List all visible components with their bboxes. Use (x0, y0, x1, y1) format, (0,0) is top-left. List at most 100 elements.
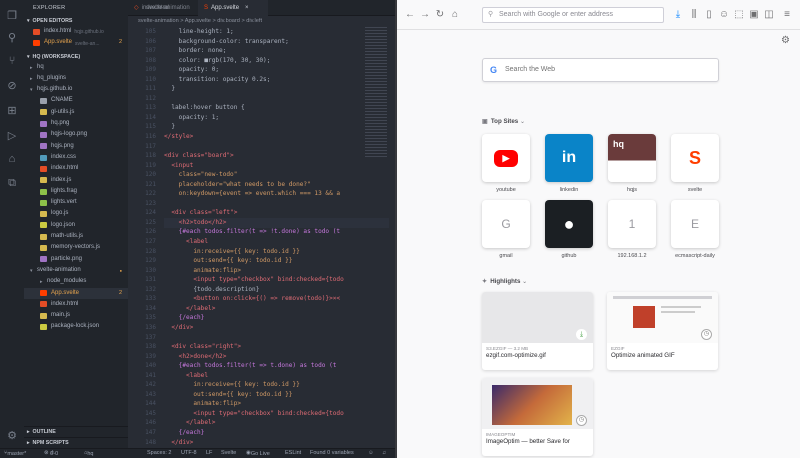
folder-item[interactable]: ▾ hqjs.github.io (24, 84, 128, 95)
code-line[interactable]: label:hover button { (164, 103, 389, 113)
screenshot-icon[interactable]: ⬚ (733, 9, 745, 21)
highlight-card[interactable]: ◷ IMAGEOPTIM ImageOptim — better Save fo… (482, 378, 593, 456)
code-line[interactable]: } (164, 122, 389, 132)
file-item[interactable]: math-utils.js (24, 231, 128, 242)
downloads-icon[interactable]: ⤓ (672, 9, 684, 21)
source-control-icon[interactable]: ⑂ (5, 54, 19, 68)
code-content[interactable]: line-height: 1; background-color: transp… (164, 27, 389, 447)
code-line[interactable]: opacity: 0; (164, 65, 389, 75)
open-editor-item[interactable]: App.svelte svelte-an... 2 (24, 37, 128, 48)
search-icon[interactable]: ⚲ (5, 30, 19, 44)
highlight-card[interactable]: ⤓ S3.EZGIF — 3.2 MB ezgif.com-optimize.g… (482, 292, 593, 370)
code-line[interactable]: {todo.description} (164, 285, 389, 295)
sidebar-icon[interactable]: ▯ (703, 9, 715, 21)
problems-status[interactable]: ⊗ 0 ⚠ 0 (44, 450, 58, 457)
code-line[interactable]: opacity: 1; (164, 113, 389, 123)
file-item[interactable]: logo.json (24, 220, 128, 231)
explorer-icon[interactable]: ❐ (5, 8, 19, 22)
code-line[interactable]: color: ■rgb(170, 30, 30); (164, 56, 389, 66)
file-item[interactable]: hqjs-logo.png (24, 129, 128, 140)
code-line[interactable]: <div class="left"> (164, 208, 389, 218)
code-line[interactable]: class="new-todo" (164, 170, 389, 180)
highlights-header[interactable]: ✦ Highlights ⌄ (482, 278, 527, 285)
code-editor[interactable]: 105 106 107 108 109 110 111 112 113 114 115 116 117 1… (128, 27, 395, 448)
folder-item[interactable]: ▸ node_modules (24, 276, 128, 287)
code-line[interactable]: <input type="checkbox" bind:checked={tod… (164, 275, 389, 285)
code-line[interactable]: out:send={{ key: todo.id }} (164, 390, 389, 400)
code-line[interactable]: } (164, 84, 389, 94)
eslint-status[interactable]: ESLint (285, 450, 301, 456)
folder-item[interactable]: ▾ svelte-animation ● (24, 265, 128, 276)
remote-icon[interactable]: ⌂ (5, 152, 19, 166)
code-line[interactable]: background-color: transparent; (164, 37, 389, 47)
minimap[interactable] (365, 27, 387, 157)
extensions-icon[interactable]: ⊞ (5, 103, 19, 117)
code-line[interactable]: <button on:click={() => remove(todo)}>×< (164, 294, 389, 304)
file-item[interactable]: hq.png (24, 118, 128, 129)
file-item[interactable]: hqjs.png (24, 141, 128, 152)
branch-status[interactable]: ⑂ master* (4, 450, 26, 457)
file-item[interactable]: index.html (24, 299, 128, 310)
eol-status[interactable]: LF (206, 450, 212, 456)
live-share-icon[interactable]: ▷ (5, 128, 19, 142)
code-line[interactable]: on:keydown={event => event.which === 13 … (164, 189, 389, 199)
code-line[interactable]: <h2>todo</h2> (164, 218, 389, 228)
code-line[interactable]: </label> (164, 418, 389, 428)
web-search-box[interactable]: G Search the Web (482, 58, 719, 82)
code-line[interactable]: <input type="checkbox" bind:checked={tod… (164, 409, 389, 419)
indent-status[interactable]: Spaces: 2 (147, 450, 171, 456)
language-status[interactable]: Svelte (221, 450, 236, 456)
npm-scripts-section[interactable]: ▸ NPM SCRIPTS (24, 437, 128, 447)
code-line[interactable] (164, 94, 389, 104)
code-line[interactable] (164, 333, 389, 343)
file-item[interactable]: index.html (24, 163, 128, 174)
file-item[interactable]: index.css (24, 152, 128, 163)
file-item[interactable]: package-lock.json (24, 321, 128, 332)
top-sites-header[interactable]: ▣ Top Sites ⌄ (482, 118, 525, 125)
code-line[interactable] (164, 142, 389, 152)
folder-item[interactable]: ▸ hq_plugins (24, 73, 128, 84)
code-line[interactable]: <div class="right"> (164, 342, 389, 352)
top-site[interactable]: 1 192.168.1.2 (608, 200, 656, 259)
code-line[interactable]: </style> (164, 132, 389, 142)
code-line[interactable]: </div> (164, 323, 389, 333)
file-item[interactable]: logo.js (24, 208, 128, 219)
open-editor-item[interactable]: index.html hqjs.github.io (24, 26, 128, 37)
extension-icon[interactable]: ▣ (748, 9, 760, 21)
code-line[interactable]: animate:flip> (164, 266, 389, 276)
top-site[interactable]: hq hqjs (608, 134, 656, 193)
account-icon[interactable]: ☺ (718, 9, 730, 21)
open-editors-header[interactable]: ▾ OPEN EDITORS (24, 16, 128, 26)
code-line[interactable]: in:receive={{ key: todo.id }} (164, 380, 389, 390)
workspace-header[interactable]: ▾ HQ (WORKSPACE) (24, 52, 128, 62)
folder-item[interactable]: ▸ hq (24, 62, 128, 73)
file-item[interactable]: lights.vert (24, 197, 128, 208)
reader-icon[interactable]: ◫ (763, 9, 775, 21)
outline-section[interactable]: ▸ OUTLINE (24, 426, 128, 436)
code-line[interactable]: {#each todos.filter(t => !t.done) as tod… (164, 227, 389, 237)
code-line[interactable]: {/each} (164, 428, 389, 438)
code-line[interactable]: {#each todos.filter(t => t.done) as todo… (164, 361, 389, 371)
code-line[interactable]: in:receive={{ key: todo.id }} (164, 247, 389, 257)
code-line[interactable]: {/each} (164, 313, 389, 323)
code-line[interactable]: line-height: 1; (164, 27, 389, 37)
code-line[interactable]: <h2>done</h2> (164, 352, 389, 362)
file-item[interactable]: CNAME (24, 95, 128, 106)
code-line[interactable]: </label> (164, 304, 389, 314)
go-live-status[interactable]: ◉ Go Live (246, 450, 270, 457)
reload-icon[interactable]: ↻ (434, 9, 446, 21)
top-site[interactable]: ● github (545, 200, 593, 259)
top-site[interactable]: Ssvelte (671, 134, 719, 193)
file-item[interactable]: main.js (24, 310, 128, 321)
settings-gear-icon[interactable]: ⚙ (5, 428, 19, 442)
debug-icon[interactable]: ⊘ (5, 78, 19, 92)
address-bar[interactable]: ⚲ Search with Google or enter address (482, 7, 664, 23)
home-icon[interactable]: ⌂ (449, 9, 461, 21)
variables-status[interactable]: Found 0 variables (310, 450, 354, 456)
file-item[interactable]: gl-utils.js (24, 107, 128, 118)
notifications-icon[interactable]: ♫ (382, 450, 386, 456)
code-line[interactable]: <label (164, 237, 389, 247)
code-line[interactable] (164, 199, 389, 209)
code-line[interactable]: border: none; (164, 46, 389, 56)
hq-status[interactable]: ⌂ hq (84, 450, 93, 457)
